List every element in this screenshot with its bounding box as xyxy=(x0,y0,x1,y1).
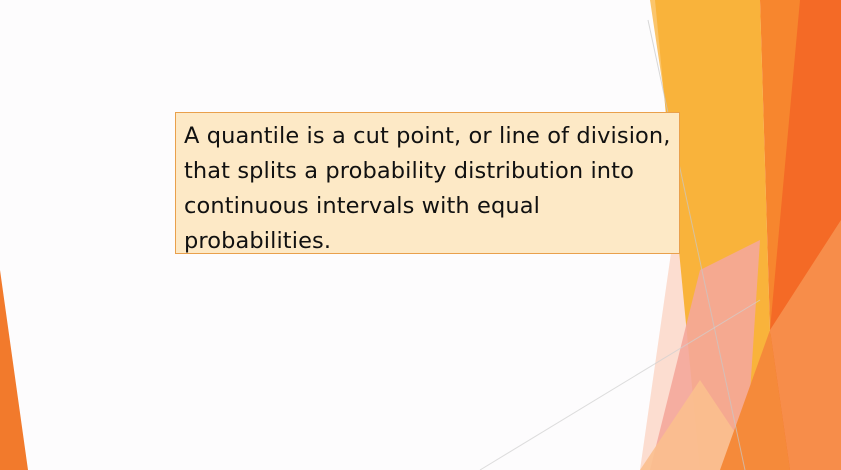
definition-callout-box: A quantile is a cut point, or line of di… xyxy=(175,112,680,254)
left-orange-sliver xyxy=(0,270,28,470)
slide: A quantile is a cut point, or line of di… xyxy=(0,0,841,470)
definition-text: A quantile is a cut point, or line of di… xyxy=(184,123,671,254)
